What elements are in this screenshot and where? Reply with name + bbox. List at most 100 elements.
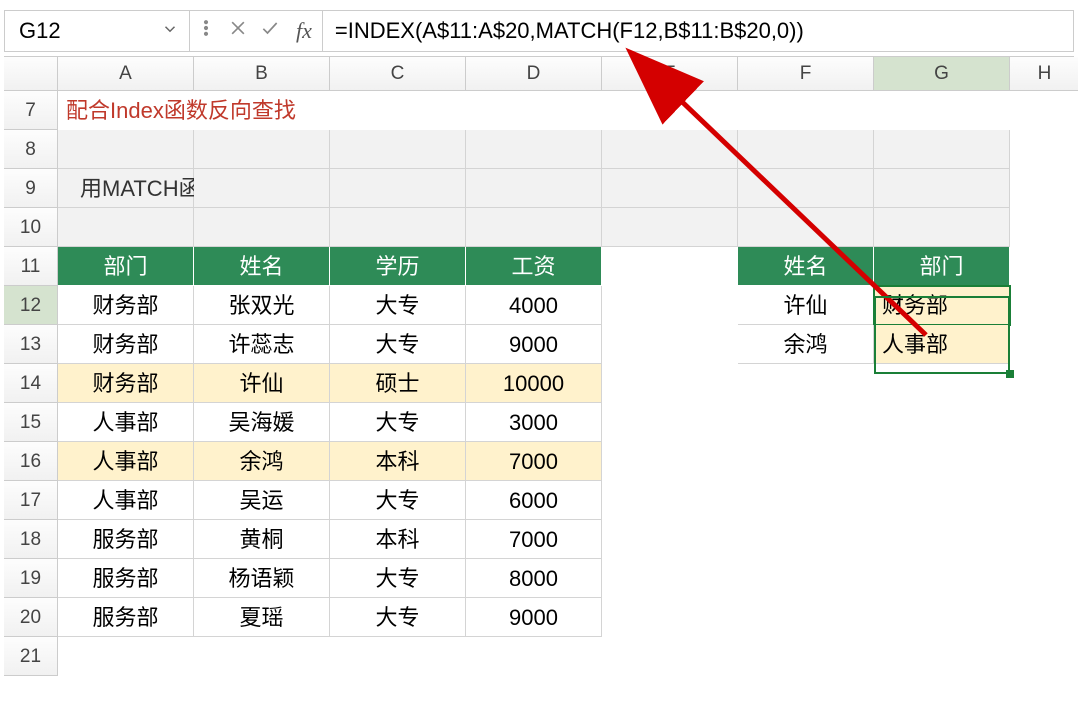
row-header-9[interactable]: 9 [4,169,58,208]
cell-D16[interactable]: 7000 [466,442,602,481]
cell-G14[interactable] [874,364,1010,403]
cell-H12[interactable] [1010,286,1078,325]
cell-E12[interactable] [602,286,738,325]
cell-G20[interactable] [874,598,1010,637]
cell-B21[interactable] [194,637,330,676]
select-all-corner[interactable] [4,57,58,91]
cell-G8[interactable] [874,130,1010,169]
cell-D17[interactable]: 6000 [466,481,602,520]
cell-C9[interactable] [330,169,466,208]
cell-A16[interactable]: 人事部 [58,442,194,481]
cell-G21[interactable] [874,637,1010,676]
cell-D10[interactable] [466,208,602,247]
cell-H9[interactable] [1010,169,1078,208]
spreadsheet-grid[interactable]: ABCDEFGH7配合Index函数反向查找89用MATCH函数位置，然后用IN… [4,56,1074,676]
cell-E18[interactable] [602,520,738,559]
cell-F14[interactable] [738,364,874,403]
cell-A15[interactable]: 人事部 [58,403,194,442]
cell-C18[interactable]: 本科 [330,520,466,559]
cancel-icon[interactable] [228,18,248,44]
row-header-12[interactable]: 12 [4,286,58,325]
row-header-20[interactable]: 20 [4,598,58,637]
cell-A9[interactable]: 用MATCH函数位置，然后用INDEX返回对应位置的值 [58,169,194,208]
cell-B20[interactable]: 夏瑶 [194,598,330,637]
cell-H10[interactable] [1010,208,1078,247]
cell-F12[interactable]: 许仙 [738,286,874,325]
cell-A8[interactable] [58,130,194,169]
cell-D7[interactable] [466,91,602,130]
row-header-18[interactable]: 18 [4,520,58,559]
cell-D21[interactable] [466,637,602,676]
cell-B19[interactable]: 杨语颖 [194,559,330,598]
col-header-B[interactable]: B [194,57,330,91]
cell-B8[interactable] [194,130,330,169]
cell-C10[interactable] [330,208,466,247]
cell-A12[interactable]: 财务部 [58,286,194,325]
cell-E17[interactable] [602,481,738,520]
cell-F13[interactable]: 余鸿 [738,325,874,364]
cell-B9[interactable] [194,169,330,208]
cell-D18[interactable]: 7000 [466,520,602,559]
cell-C20[interactable]: 大专 [330,598,466,637]
cell-E21[interactable] [602,637,738,676]
cell-C12[interactable]: 大专 [330,286,466,325]
cell-H16[interactable] [1010,442,1078,481]
cell-G13[interactable]: 人事部 [874,325,1010,364]
cell-F15[interactable] [738,403,874,442]
dots-icon[interactable] [196,18,216,44]
cell-G16[interactable] [874,442,1010,481]
cell-E10[interactable] [602,208,738,247]
fx-icon[interactable]: fx [292,18,316,44]
cell-G11[interactable]: 部门 [874,247,1010,286]
row-header-17[interactable]: 17 [4,481,58,520]
cell-G18[interactable] [874,520,1010,559]
cell-G19[interactable] [874,559,1010,598]
cell-A10[interactable] [58,208,194,247]
cell-D13[interactable]: 9000 [466,325,602,364]
cell-B7[interactable] [194,91,330,130]
col-header-F[interactable]: F [738,57,874,91]
cell-B17[interactable]: 吴运 [194,481,330,520]
cell-D20[interactable]: 9000 [466,598,602,637]
cell-A13[interactable]: 财务部 [58,325,194,364]
cell-E19[interactable] [602,559,738,598]
cell-E13[interactable] [602,325,738,364]
cell-E9[interactable] [602,169,738,208]
cell-D19[interactable]: 8000 [466,559,602,598]
cell-F9[interactable] [738,169,874,208]
cell-B11[interactable]: 姓名 [194,247,330,286]
accept-icon[interactable] [260,18,280,44]
cell-H18[interactable] [1010,520,1078,559]
cell-C13[interactable]: 大专 [330,325,466,364]
col-header-C[interactable]: C [330,57,466,91]
cell-F11[interactable]: 姓名 [738,247,874,286]
row-header-14[interactable]: 14 [4,364,58,403]
cell-E8[interactable] [602,130,738,169]
cell-A7[interactable]: 配合Index函数反向查找 [58,91,194,130]
cell-H15[interactable] [1010,403,1078,442]
cell-C17[interactable]: 大专 [330,481,466,520]
cell-H14[interactable] [1010,364,1078,403]
cell-D9[interactable] [466,169,602,208]
cell-D15[interactable]: 3000 [466,403,602,442]
row-header-19[interactable]: 19 [4,559,58,598]
cell-E15[interactable] [602,403,738,442]
row-header-10[interactable]: 10 [4,208,58,247]
cell-C21[interactable] [330,637,466,676]
cell-F17[interactable] [738,481,874,520]
cell-A11[interactable]: 部门 [58,247,194,286]
cell-C14[interactable]: 硕士 [330,364,466,403]
cell-F20[interactable] [738,598,874,637]
cell-D8[interactable] [466,130,602,169]
chevron-down-icon[interactable] [161,18,179,44]
cell-B10[interactable] [194,208,330,247]
cell-H11[interactable] [1010,247,1078,286]
cell-H8[interactable] [1010,130,1078,169]
cell-E14[interactable] [602,364,738,403]
cell-H13[interactable] [1010,325,1078,364]
cell-C16[interactable]: 本科 [330,442,466,481]
cell-C19[interactable]: 大专 [330,559,466,598]
row-header-8[interactable]: 8 [4,130,58,169]
cell-F19[interactable] [738,559,874,598]
cell-A17[interactable]: 人事部 [58,481,194,520]
